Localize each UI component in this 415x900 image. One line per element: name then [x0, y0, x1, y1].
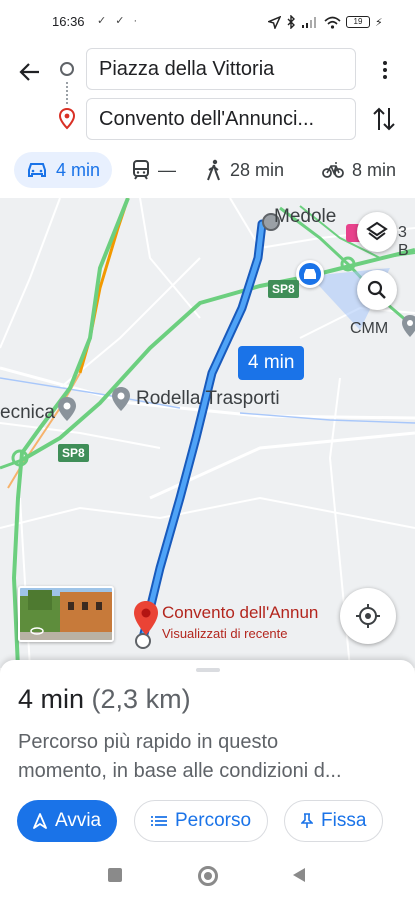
place-label-3b: 3 B — [398, 224, 409, 259]
search-along-route-button[interactable] — [357, 270, 397, 310]
directions-header: Piazza della Vittoria Convento dell'Annu… — [0, 42, 415, 198]
route-time-callout[interactable]: 4 min — [238, 346, 305, 380]
back-nav-button[interactable] — [292, 867, 306, 888]
pin-button[interactable]: Fissa — [284, 800, 384, 842]
arrow-back-icon — [19, 63, 39, 81]
route-summary: 4 min (2,3 km) — [18, 684, 191, 715]
route-description-line-1: Percorso più rapido in questo — [18, 731, 279, 753]
signal-icon — [302, 17, 316, 28]
home-dot-icon — [204, 872, 212, 880]
steps-button[interactable]: Percorso — [134, 800, 269, 842]
location-arrow-icon — [268, 15, 281, 29]
layers-icon — [366, 221, 388, 241]
list-icon — [151, 816, 167, 826]
destination-subtitle: Visualizzati di recente — [162, 626, 288, 641]
route-dots — [66, 82, 68, 104]
back-button[interactable] — [14, 56, 46, 88]
mode-transit-label: — — [158, 159, 176, 180]
pin-icon — [301, 813, 313, 828]
origin-circle-icon — [60, 62, 74, 76]
recenter-button[interactable] — [340, 588, 396, 644]
map-view[interactable]: Medole CMM 3 B SP8 SP8 Rodella Trasporti… — [0, 198, 415, 668]
mode-walk-label: 28 min — [230, 159, 285, 180]
destination-pin-icon — [58, 107, 76, 135]
back-triangle-icon — [293, 868, 305, 882]
more-vert-icon — [383, 61, 387, 65]
mode-walk[interactable]: 28 min — [206, 152, 284, 188]
charging-icon: ⚡ — [375, 16, 383, 29]
car-icon — [28, 163, 46, 177]
road-badge-sp8: SP8 — [268, 280, 299, 298]
sheet-handle[interactable] — [196, 668, 220, 672]
bike-icon — [322, 162, 344, 178]
tecnica-poi-pin-icon[interactable] — [56, 396, 78, 427]
swap-icon — [373, 107, 395, 131]
battery-icon: 19 — [346, 16, 370, 28]
rodella-poi-pin-icon[interactable] — [110, 386, 132, 417]
route-description: Percorso più rapido in questo momento, i… — [18, 728, 398, 786]
place-label-cmm: CMM — [350, 320, 389, 337]
car-icon — [304, 269, 316, 279]
navigation-arrow-icon — [33, 813, 47, 829]
route-description-line-2: momento, in base alle condizioni d... — [18, 760, 342, 782]
swap-button[interactable] — [372, 106, 396, 137]
route-distance: (2,3 km) — [91, 684, 191, 714]
origin-input[interactable]: Piazza della Vittoria — [86, 48, 356, 90]
road-badge-sp8-2: SP8 — [58, 444, 89, 462]
street-view-360-icon — [30, 627, 44, 635]
start-button[interactable]: Avvia — [17, 800, 118, 842]
bluetooth-icon — [287, 15, 295, 29]
system-navigation-bar — [0, 852, 415, 900]
pin-button-label: Fissa — [321, 810, 367, 831]
wifi-icon — [324, 16, 341, 29]
route-duration: 4 min — [18, 684, 85, 714]
transit-icon — [133, 160, 149, 180]
mode-car-label: 4 min — [56, 159, 101, 180]
destination-marker-icon[interactable] — [132, 600, 160, 641]
route-summary-sheet[interactable]: 4 min (2,3 km) Percorso più rapido in qu… — [0, 660, 415, 852]
battery-level: 19 — [353, 17, 363, 26]
start-button-label: Avvia — [55, 810, 102, 831]
steps-button-label: Percorso — [175, 810, 252, 831]
town-label: Medole — [274, 206, 337, 227]
walk-icon — [207, 159, 220, 181]
mode-bike-label: 8 min — [352, 159, 397, 180]
status-bar: 16:36 ✓ ✓ · 19 ⚡ — [0, 0, 415, 42]
street-view-thumbnail[interactable] — [18, 586, 114, 642]
mode-bike[interactable]: 8 min — [322, 152, 396, 188]
destination-title: Convento dell'Annun — [162, 603, 319, 622]
gps-crosshair-icon — [356, 604, 380, 628]
mode-car[interactable]: 4 min — [14, 152, 113, 188]
travel-modes: 4 min — 28 min 8 min — [0, 150, 415, 190]
mode-transit[interactable]: — — [132, 152, 176, 188]
status-time: 16:36 — [52, 14, 85, 29]
poi-label-rodella: Rodella Trasporti — [136, 388, 280, 409]
notification-icons: ✓ ✓ · — [97, 15, 141, 27]
status-right: 19 ⚡ — [268, 12, 383, 32]
search-icon — [367, 280, 386, 299]
destination-input[interactable]: Convento dell'Annunci... — [86, 98, 356, 140]
recents-button[interactable] — [108, 868, 122, 882]
cmm-poi-pin-icon[interactable] — [400, 314, 415, 343]
poi-label-tecnica: ecnica — [0, 402, 55, 423]
my-location-car-marker[interactable] — [296, 260, 324, 288]
layers-button[interactable] — [357, 212, 397, 252]
more-options-button[interactable] — [373, 56, 397, 84]
home-button[interactable] — [198, 866, 218, 886]
